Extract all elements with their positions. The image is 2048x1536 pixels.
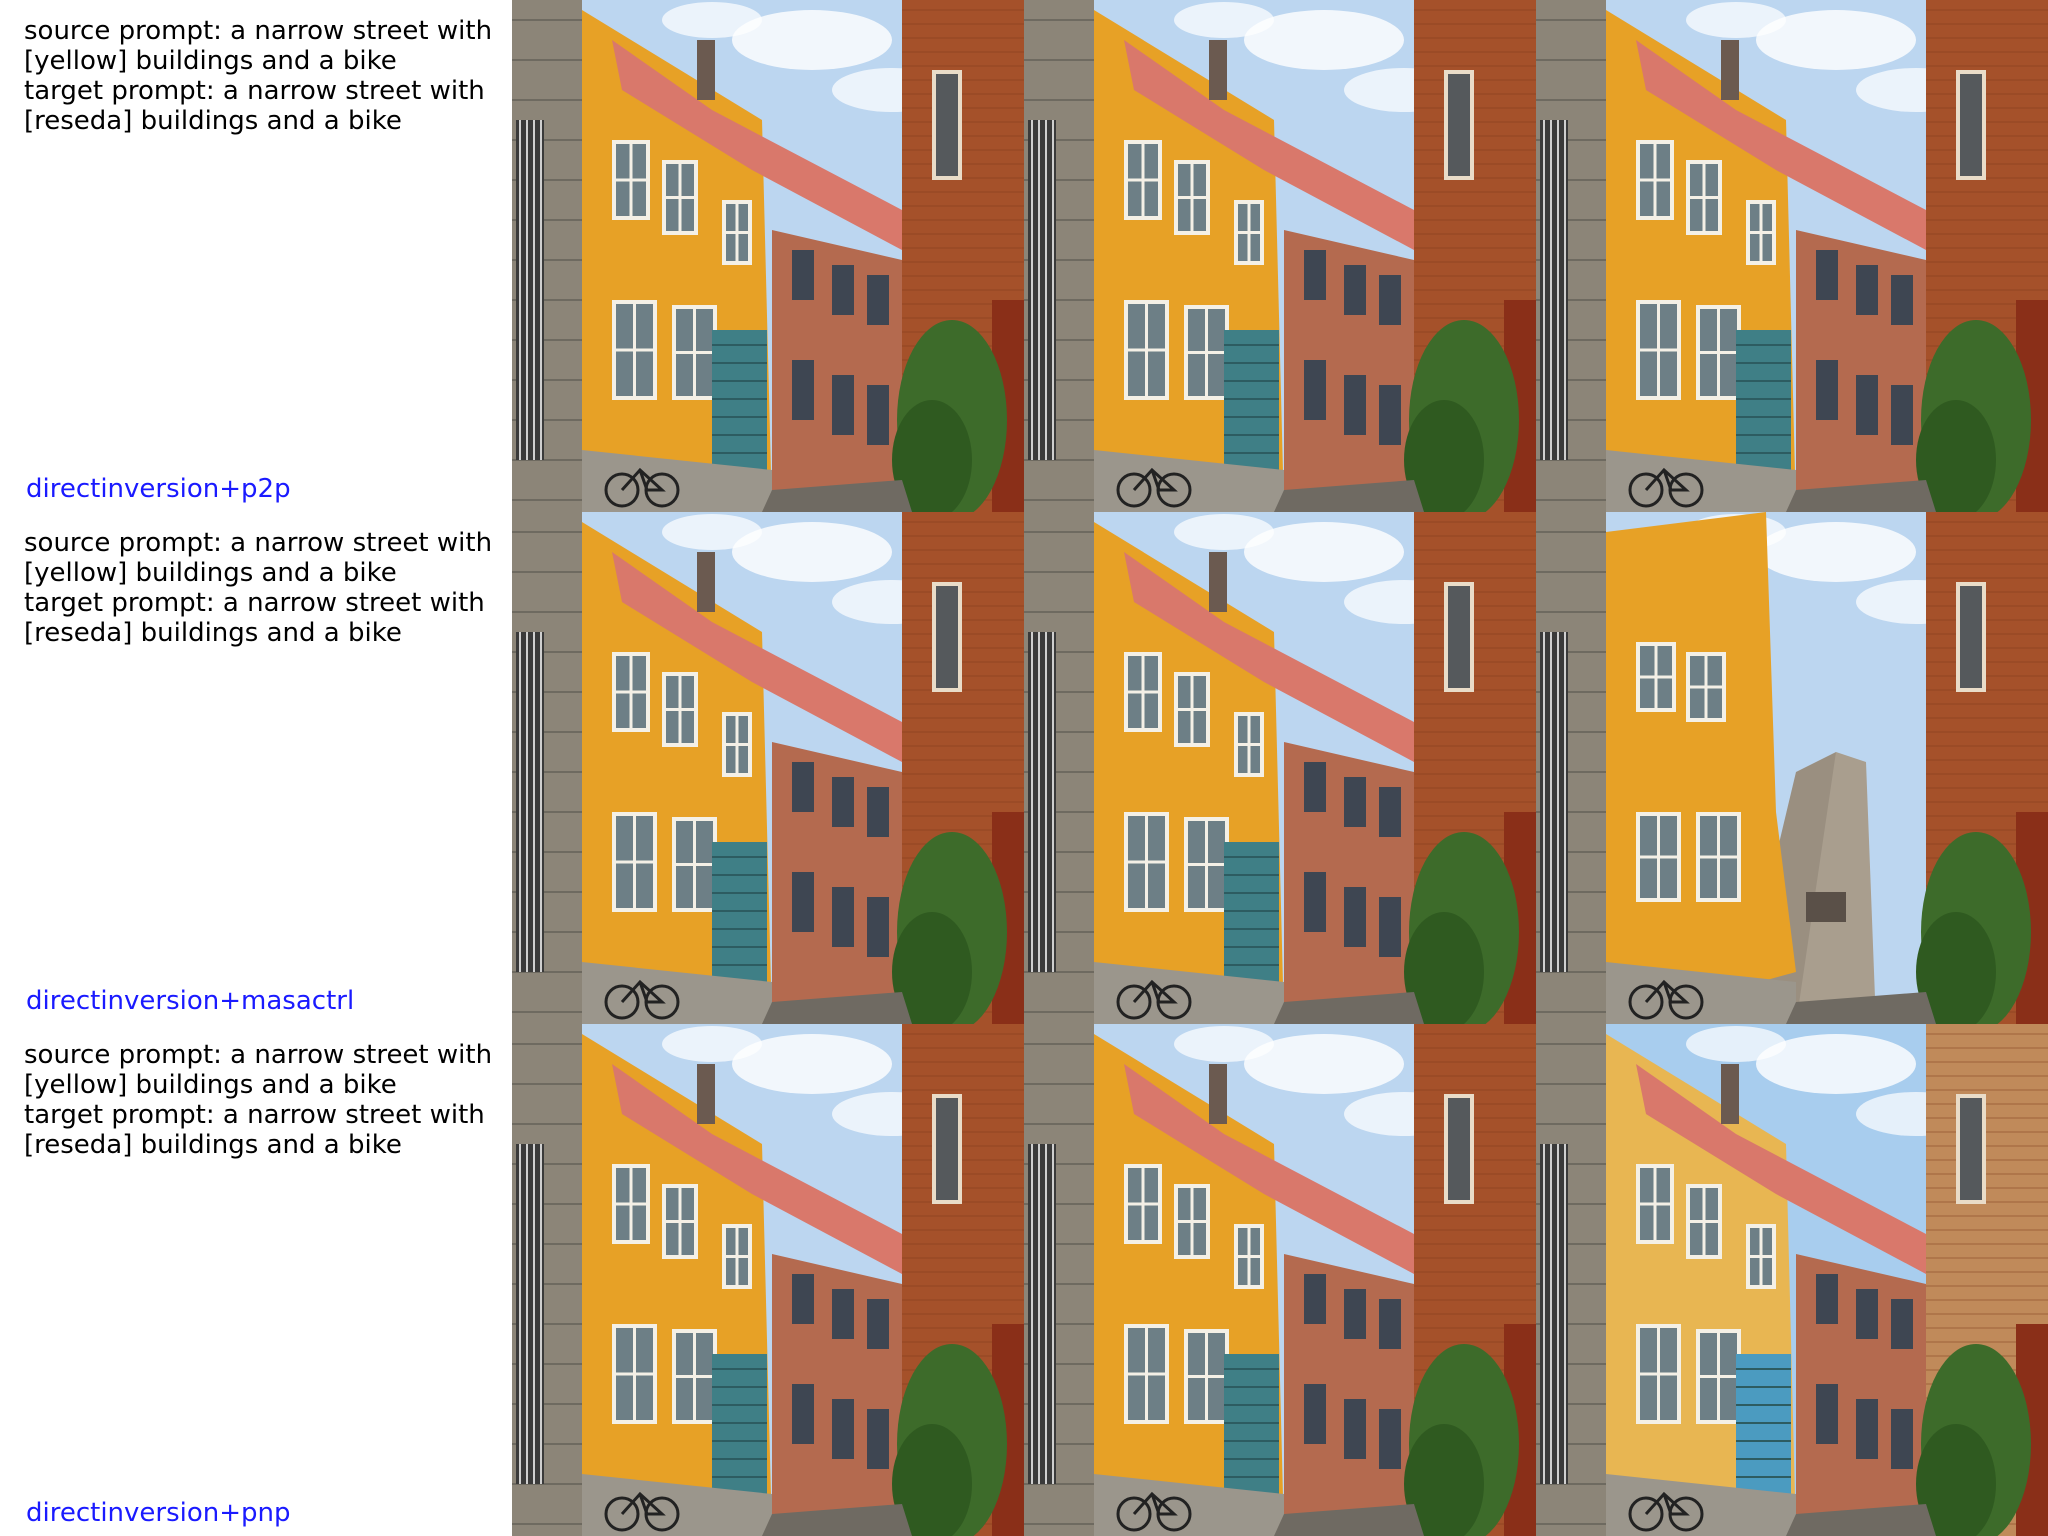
method-label: directinversion+p2p <box>26 474 291 504</box>
street-photo-thumbnail <box>512 1024 1024 1536</box>
edited-image <box>1536 0 2048 512</box>
target-prompt-line-2: [reseda] buildings and a bike <box>24 1130 402 1160</box>
edited-image <box>1536 512 2048 1024</box>
street-photo-thumbnail <box>1024 1024 1536 1536</box>
target-prompt-line-1: target prompt: a narrow street with <box>24 1100 485 1130</box>
target-prompt-line-1: target prompt: a narrow street with <box>24 76 485 106</box>
source-prompt-line-1: source prompt: a narrow street with <box>24 1040 493 1070</box>
target-prompt-line-2: [reseda] buildings and a bike <box>24 618 402 648</box>
prompt-cell: source prompt: a narrow street with [yel… <box>0 0 512 512</box>
prompt-cell: source prompt: a narrow street with [yel… <box>0 512 512 1024</box>
street-photo-thumbnail <box>512 512 1024 1024</box>
source-image <box>512 512 1024 1024</box>
source-prompt-line-2: [yellow] buildings and a bike <box>24 1070 397 1100</box>
source-prompt-line-2: [yellow] buildings and a bike <box>24 46 397 76</box>
street-photo-thumbnail <box>1024 512 1536 1024</box>
source-image <box>512 1024 1024 1536</box>
street-photo-thumbnail <box>1536 1024 2048 1536</box>
prompt-text: source prompt: a narrow street with [yel… <box>24 16 494 136</box>
prompt-cell: source prompt: a narrow street with [yel… <box>0 1024 512 1536</box>
source-prompt-line-2: [yellow] buildings and a bike <box>24 558 397 588</box>
source-prompt-line-1: source prompt: a narrow street with <box>24 528 493 558</box>
prompt-text: source prompt: a narrow street with [yel… <box>24 1040 494 1160</box>
street-photo-thumbnail <box>1024 0 1536 512</box>
reconstruction <box>1024 512 1536 1024</box>
street-photo-thumbnail <box>1536 0 2048 512</box>
method-label: directinversion+masactrl <box>26 986 355 1016</box>
street-photo-thumbnail <box>512 0 1024 512</box>
method-row-3: source prompt: a narrow street with [yel… <box>0 1024 2048 1536</box>
method-label: directinversion+pnp <box>26 1498 291 1528</box>
method-row-1: source prompt: a narrow street with [yel… <box>0 0 2048 512</box>
reconstruction <box>1024 1024 1536 1536</box>
prompt-text: source prompt: a narrow street with [yel… <box>24 528 494 648</box>
method-row-2: source prompt: a narrow street with [yel… <box>0 512 2048 1024</box>
source-image <box>512 0 1024 512</box>
street-photo-thumbnail <box>1536 512 2048 1024</box>
target-prompt-line-1: target prompt: a narrow street with <box>24 588 485 618</box>
reconstruction <box>1024 0 1536 512</box>
source-prompt-line-1: source prompt: a narrow street with <box>24 16 493 46</box>
edited-image <box>1536 1024 2048 1536</box>
comparison-grid: source prompt: a narrow street with [yel… <box>0 0 2048 1536</box>
target-prompt-line-2: [reseda] buildings and a bike <box>24 106 402 136</box>
